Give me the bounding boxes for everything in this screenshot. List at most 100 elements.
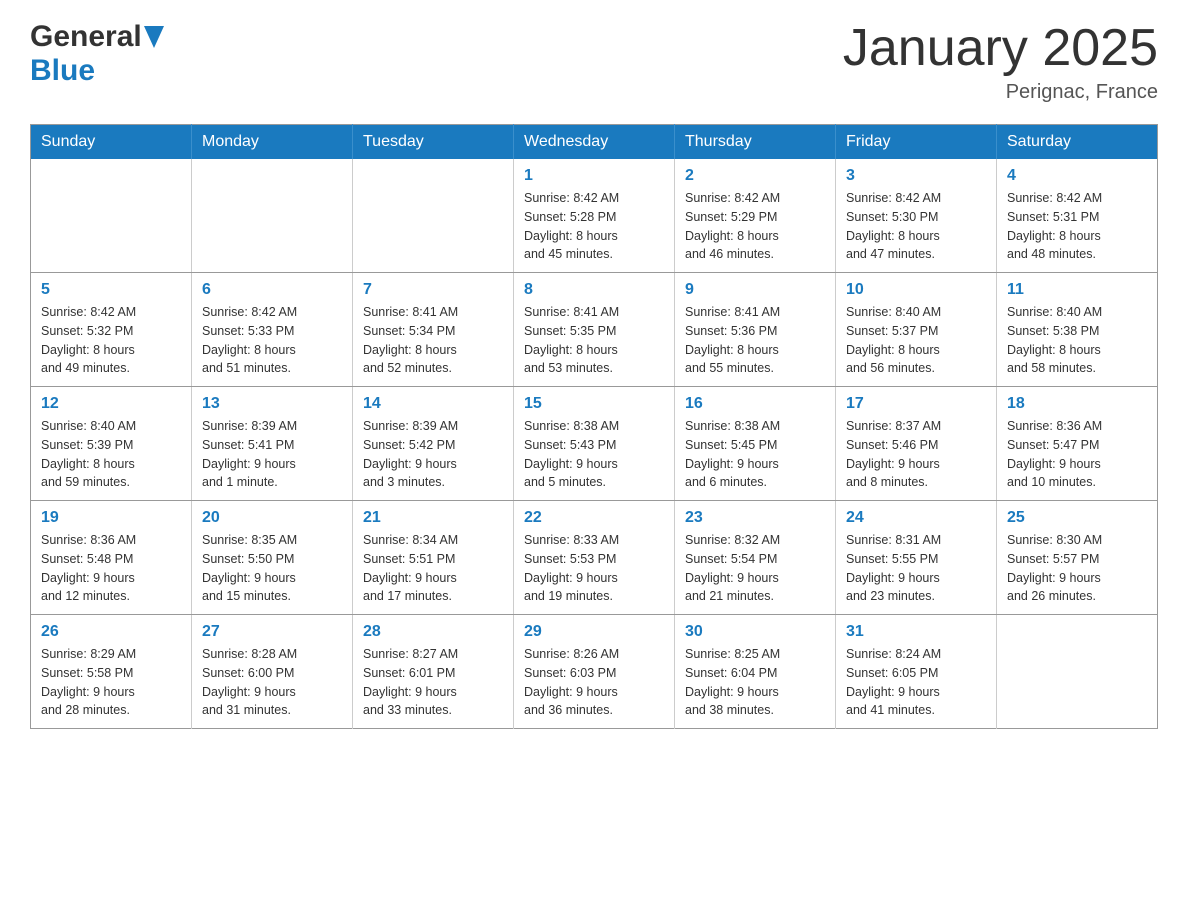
day-info: Sunrise: 8:24 AMSunset: 6:05 PMDaylight:…	[846, 645, 986, 720]
day-info: Sunrise: 8:41 AMSunset: 5:36 PMDaylight:…	[685, 303, 825, 378]
day-number: 15	[524, 395, 664, 413]
day-info: Sunrise: 8:42 AMSunset: 5:29 PMDaylight:…	[685, 189, 825, 264]
day-info: Sunrise: 8:42 AMSunset: 5:30 PMDaylight:…	[846, 189, 986, 264]
day-number: 28	[363, 623, 503, 641]
table-row: 29 Sunrise: 8:26 AMSunset: 6:03 PMDayligh…	[514, 615, 675, 729]
table-row	[997, 615, 1158, 729]
day-number: 2	[685, 167, 825, 185]
table-row	[353, 159, 514, 273]
day-number: 31	[846, 623, 986, 641]
table-row: 27 Sunrise: 8:28 AMSunset: 6:00 PMDayligh…	[192, 615, 353, 729]
day-info: Sunrise: 8:42 AMSunset: 5:28 PMDaylight:…	[524, 189, 664, 264]
day-number: 8	[524, 281, 664, 299]
day-info: Sunrise: 8:33 AMSunset: 5:53 PMDaylight:…	[524, 531, 664, 606]
day-number: 25	[1007, 509, 1147, 527]
day-number: 10	[846, 281, 986, 299]
day-info: Sunrise: 8:38 AMSunset: 5:45 PMDaylight:…	[685, 417, 825, 492]
day-number: 27	[202, 623, 342, 641]
calendar-week-row: 5 Sunrise: 8:42 AMSunset: 5:32 PMDaylight…	[31, 273, 1158, 387]
day-info: Sunrise: 8:42 AMSunset: 5:32 PMDaylight:…	[41, 303, 181, 378]
day-number: 26	[41, 623, 181, 641]
day-info: Sunrise: 8:26 AMSunset: 6:03 PMDaylight:…	[524, 645, 664, 720]
day-info: Sunrise: 8:42 AMSunset: 5:33 PMDaylight:…	[202, 303, 342, 378]
day-info: Sunrise: 8:31 AMSunset: 5:55 PMDaylight:…	[846, 531, 986, 606]
table-row: 17 Sunrise: 8:37 AMSunset: 5:46 PMDayligh…	[836, 387, 997, 501]
table-row: 7 Sunrise: 8:41 AMSunset: 5:34 PMDaylight…	[353, 273, 514, 387]
day-number: 7	[363, 281, 503, 299]
day-info: Sunrise: 8:39 AMSunset: 5:41 PMDaylight:…	[202, 417, 342, 492]
day-number: 4	[1007, 167, 1147, 185]
day-info: Sunrise: 8:35 AMSunset: 5:50 PMDaylight:…	[202, 531, 342, 606]
logo-text-general: General	[30, 20, 142, 54]
table-row	[31, 159, 192, 273]
logo-triangle-icon	[144, 26, 164, 48]
day-number: 6	[202, 281, 342, 299]
day-number: 11	[1007, 281, 1147, 299]
calendar-week-row: 19 Sunrise: 8:36 AMSunset: 5:48 PMDayligh…	[31, 501, 1158, 615]
day-info: Sunrise: 8:28 AMSunset: 6:00 PMDaylight:…	[202, 645, 342, 720]
table-row: 2 Sunrise: 8:42 AMSunset: 5:29 PMDaylight…	[675, 159, 836, 273]
header-saturday: Saturday	[997, 125, 1158, 160]
day-info: Sunrise: 8:37 AMSunset: 5:46 PMDaylight:…	[846, 417, 986, 492]
day-number: 22	[524, 509, 664, 527]
header-thursday: Thursday	[675, 125, 836, 160]
day-info: Sunrise: 8:42 AMSunset: 5:31 PMDaylight:…	[1007, 189, 1147, 264]
day-number: 3	[846, 167, 986, 185]
table-row: 21Sunrise: 8:34 AMSunset: 5:51 PMDayligh…	[353, 501, 514, 615]
table-row: 1 Sunrise: 8:42 AMSunset: 5:28 PMDaylight…	[514, 159, 675, 273]
day-info: Sunrise: 8:40 AMSunset: 5:38 PMDaylight:…	[1007, 303, 1147, 378]
page-header: General Blue January 2025 Perignac, Fran…	[30, 20, 1158, 104]
day-number: 9	[685, 281, 825, 299]
day-info: Sunrise: 8:36 AMSunset: 5:47 PMDaylight:…	[1007, 417, 1147, 492]
day-number: 13	[202, 395, 342, 413]
day-info: Sunrise: 8:36 AMSunset: 5:48 PMDaylight:…	[41, 531, 181, 606]
day-info: Sunrise: 8:40 AMSunset: 5:37 PMDaylight:…	[846, 303, 986, 378]
day-number: 29	[524, 623, 664, 641]
table-row: 9 Sunrise: 8:41 AMSunset: 5:36 PMDaylight…	[675, 273, 836, 387]
table-row: 8Sunrise: 8:41 AMSunset: 5:35 PMDaylight…	[514, 273, 675, 387]
title-section: January 2025 Perignac, France	[843, 20, 1158, 104]
day-info: Sunrise: 8:30 AMSunset: 5:57 PMDaylight:…	[1007, 531, 1147, 606]
table-row: 20 Sunrise: 8:35 AMSunset: 5:50 PMDayligh…	[192, 501, 353, 615]
table-row: 14Sunrise: 8:39 AMSunset: 5:42 PMDayligh…	[353, 387, 514, 501]
table-row: 15 Sunrise: 8:38 AMSunset: 5:43 PMDayligh…	[514, 387, 675, 501]
calendar-week-row: 12Sunrise: 8:40 AMSunset: 5:39 PMDayligh…	[31, 387, 1158, 501]
table-row: 22 Sunrise: 8:33 AMSunset: 5:53 PMDayligh…	[514, 501, 675, 615]
day-number: 24	[846, 509, 986, 527]
header-tuesday: Tuesday	[353, 125, 514, 160]
day-info: Sunrise: 8:40 AMSunset: 5:39 PMDaylight:…	[41, 417, 181, 492]
header-monday: Monday	[192, 125, 353, 160]
day-info: Sunrise: 8:41 AMSunset: 5:34 PMDaylight:…	[363, 303, 503, 378]
table-row: 30Sunrise: 8:25 AMSunset: 6:04 PMDayligh…	[675, 615, 836, 729]
day-number: 5	[41, 281, 181, 299]
day-number: 17	[846, 395, 986, 413]
calendar-title: January 2025	[843, 20, 1158, 77]
day-info: Sunrise: 8:29 AMSunset: 5:58 PMDaylight:…	[41, 645, 181, 720]
header-wednesday: Wednesday	[514, 125, 675, 160]
calendar-week-row: 26 Sunrise: 8:29 AMSunset: 5:58 PMDayligh…	[31, 615, 1158, 729]
day-number: 18	[1007, 395, 1147, 413]
table-row: 5 Sunrise: 8:42 AMSunset: 5:32 PMDaylight…	[31, 273, 192, 387]
calendar-week-row: 1 Sunrise: 8:42 AMSunset: 5:28 PMDaylight…	[31, 159, 1158, 273]
calendar-header-row: Sunday Monday Tuesday Wednesday Thursday…	[31, 125, 1158, 160]
day-info: Sunrise: 8:38 AMSunset: 5:43 PMDaylight:…	[524, 417, 664, 492]
day-number: 1	[524, 167, 664, 185]
table-row: 16 Sunrise: 8:38 AMSunset: 5:45 PMDayligh…	[675, 387, 836, 501]
table-row: 18 Sunrise: 8:36 AMSunset: 5:47 PMDayligh…	[997, 387, 1158, 501]
calendar-subtitle: Perignac, France	[843, 81, 1158, 104]
table-row: 24 Sunrise: 8:31 AMSunset: 5:55 PMDayligh…	[836, 501, 997, 615]
logo-text-blue: Blue	[30, 54, 95, 87]
header-friday: Friday	[836, 125, 997, 160]
day-number: 19	[41, 509, 181, 527]
table-row: 26 Sunrise: 8:29 AMSunset: 5:58 PMDayligh…	[31, 615, 192, 729]
day-info: Sunrise: 8:39 AMSunset: 5:42 PMDaylight:…	[363, 417, 503, 492]
table-row: 31 Sunrise: 8:24 AMSunset: 6:05 PMDayligh…	[836, 615, 997, 729]
table-row: 6 Sunrise: 8:42 AMSunset: 5:33 PMDaylight…	[192, 273, 353, 387]
calendar-table: Sunday Monday Tuesday Wednesday Thursday…	[30, 124, 1158, 729]
table-row: 19 Sunrise: 8:36 AMSunset: 5:48 PMDayligh…	[31, 501, 192, 615]
table-row: 23Sunrise: 8:32 AMSunset: 5:54 PMDayligh…	[675, 501, 836, 615]
day-number: 20	[202, 509, 342, 527]
table-row: 10 Sunrise: 8:40 AMSunset: 5:37 PMDayligh…	[836, 273, 997, 387]
day-number: 16	[685, 395, 825, 413]
table-row: 28Sunrise: 8:27 AMSunset: 6:01 PMDayligh…	[353, 615, 514, 729]
